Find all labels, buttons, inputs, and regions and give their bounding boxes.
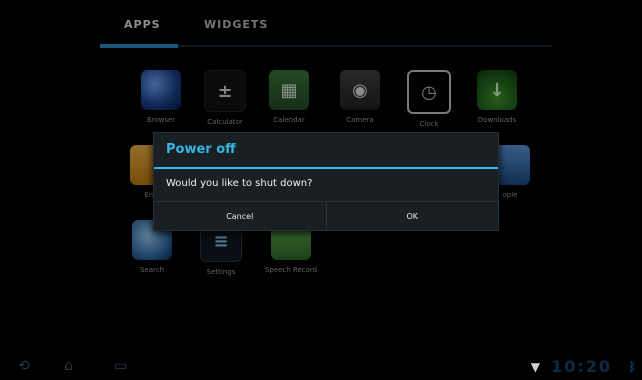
dialog-button-bar: Cancel OK [154,201,498,230]
dialog-message: Would you like to shut down? [166,178,313,189]
dialog-title: Power off [166,142,236,157]
power-off-dialog: Power off Would you like to shut down? C… [153,132,499,231]
back-icon[interactable]: ⟲ [18,358,30,374]
wifi-icon: ▼ [530,360,540,374]
home-icon[interactable]: ⌂ [64,358,73,374]
cancel-button[interactable]: Cancel [154,202,326,230]
system-bar: ⟲ ⌂ ▭ ▼ 10:20 ᛒ [0,354,642,380]
status-clock[interactable]: 10:20 [551,357,612,376]
bluetooth-icon: ᛒ [628,360,636,374]
dialog-title-divider [154,167,498,169]
recent-apps-icon[interactable]: ▭ [114,358,127,374]
ok-button[interactable]: OK [325,202,499,230]
